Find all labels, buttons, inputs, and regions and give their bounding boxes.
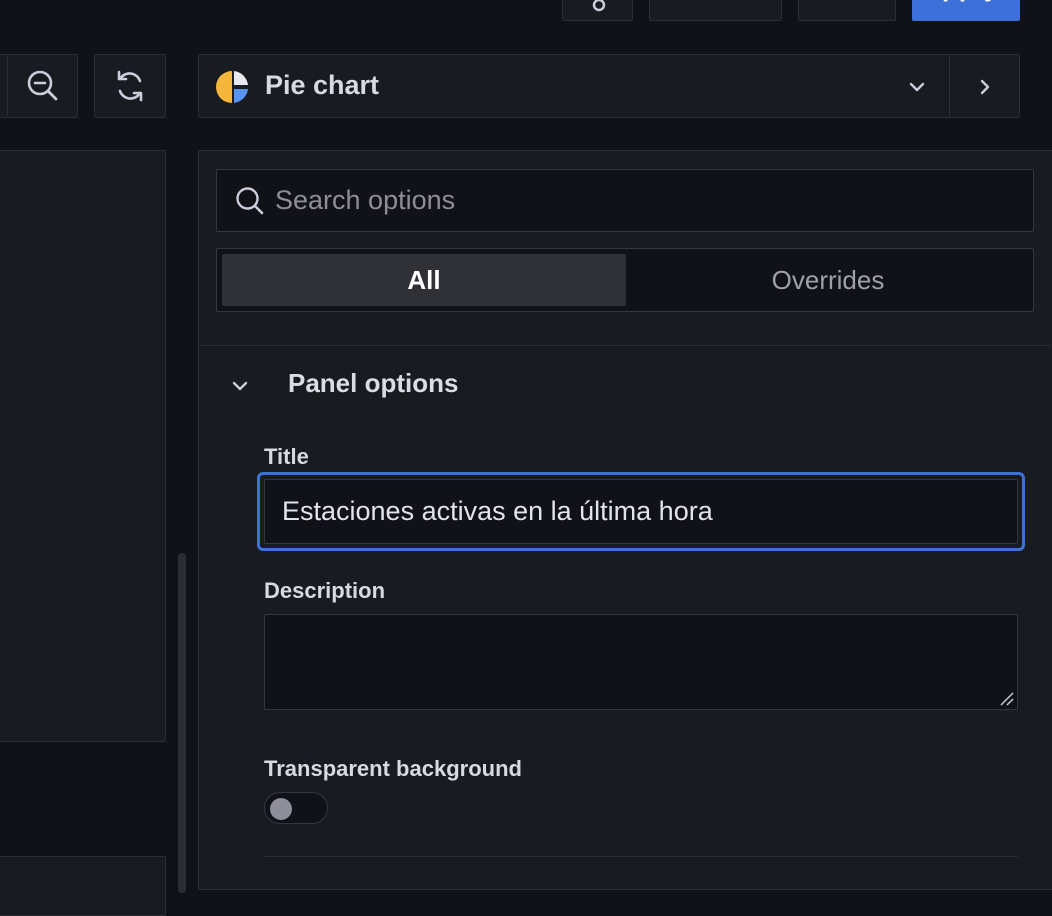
search-box[interactable] (216, 169, 1034, 232)
viz-picker-container: Pie chart (198, 54, 1020, 118)
chevron-down-icon[interactable] (907, 77, 927, 97)
description-label: Description (264, 578, 386, 603)
refresh-icon (117, 70, 143, 102)
zoom-out-button[interactable] (0, 54, 78, 118)
options-tabs: All Overrides (216, 248, 1034, 312)
panel-preview (0, 150, 166, 742)
zoom-out-icon (27, 70, 58, 101)
tab-all[interactable]: All (222, 254, 626, 306)
chevron-right-icon[interactable] (975, 77, 995, 97)
toolbar-divider (7, 56, 8, 116)
description-input[interactable] (264, 614, 1018, 710)
section-divider (199, 345, 1051, 346)
apply-label: pply (942, 0, 999, 3)
visualization-name: Pie chart (265, 70, 380, 100)
section-title-panel-options[interactable]: Panel options (288, 368, 458, 399)
transparent-background-label: Transparent background (264, 756, 522, 781)
gear-icon (592, 0, 606, 12)
title-field-focus-ring (257, 472, 1025, 551)
top-button-1[interactable] (649, 0, 782, 21)
scrollbar[interactable] (178, 553, 186, 893)
tab-overrides[interactable]: Overrides (626, 254, 1030, 306)
field-divider (264, 856, 1018, 857)
panel-preview-lower (0, 856, 166, 916)
title-input[interactable] (264, 479, 1018, 544)
top-button-2[interactable] (798, 0, 896, 21)
transparent-background-toggle[interactable] (264, 792, 328, 824)
apply-button[interactable]: pply (912, 0, 1020, 21)
chevron-down-icon[interactable] (230, 376, 250, 396)
pie-chart-icon (216, 71, 248, 103)
refresh-button[interactable] (94, 54, 166, 118)
search-icon (236, 187, 264, 215)
search-input[interactable] (273, 170, 1013, 231)
top-settings-button[interactable] (562, 0, 633, 21)
title-label: Title (264, 444, 309, 469)
toggle-knob (270, 798, 292, 820)
viz-picker-divider (949, 55, 950, 117)
resize-handle-icon[interactable] (998, 690, 1014, 706)
